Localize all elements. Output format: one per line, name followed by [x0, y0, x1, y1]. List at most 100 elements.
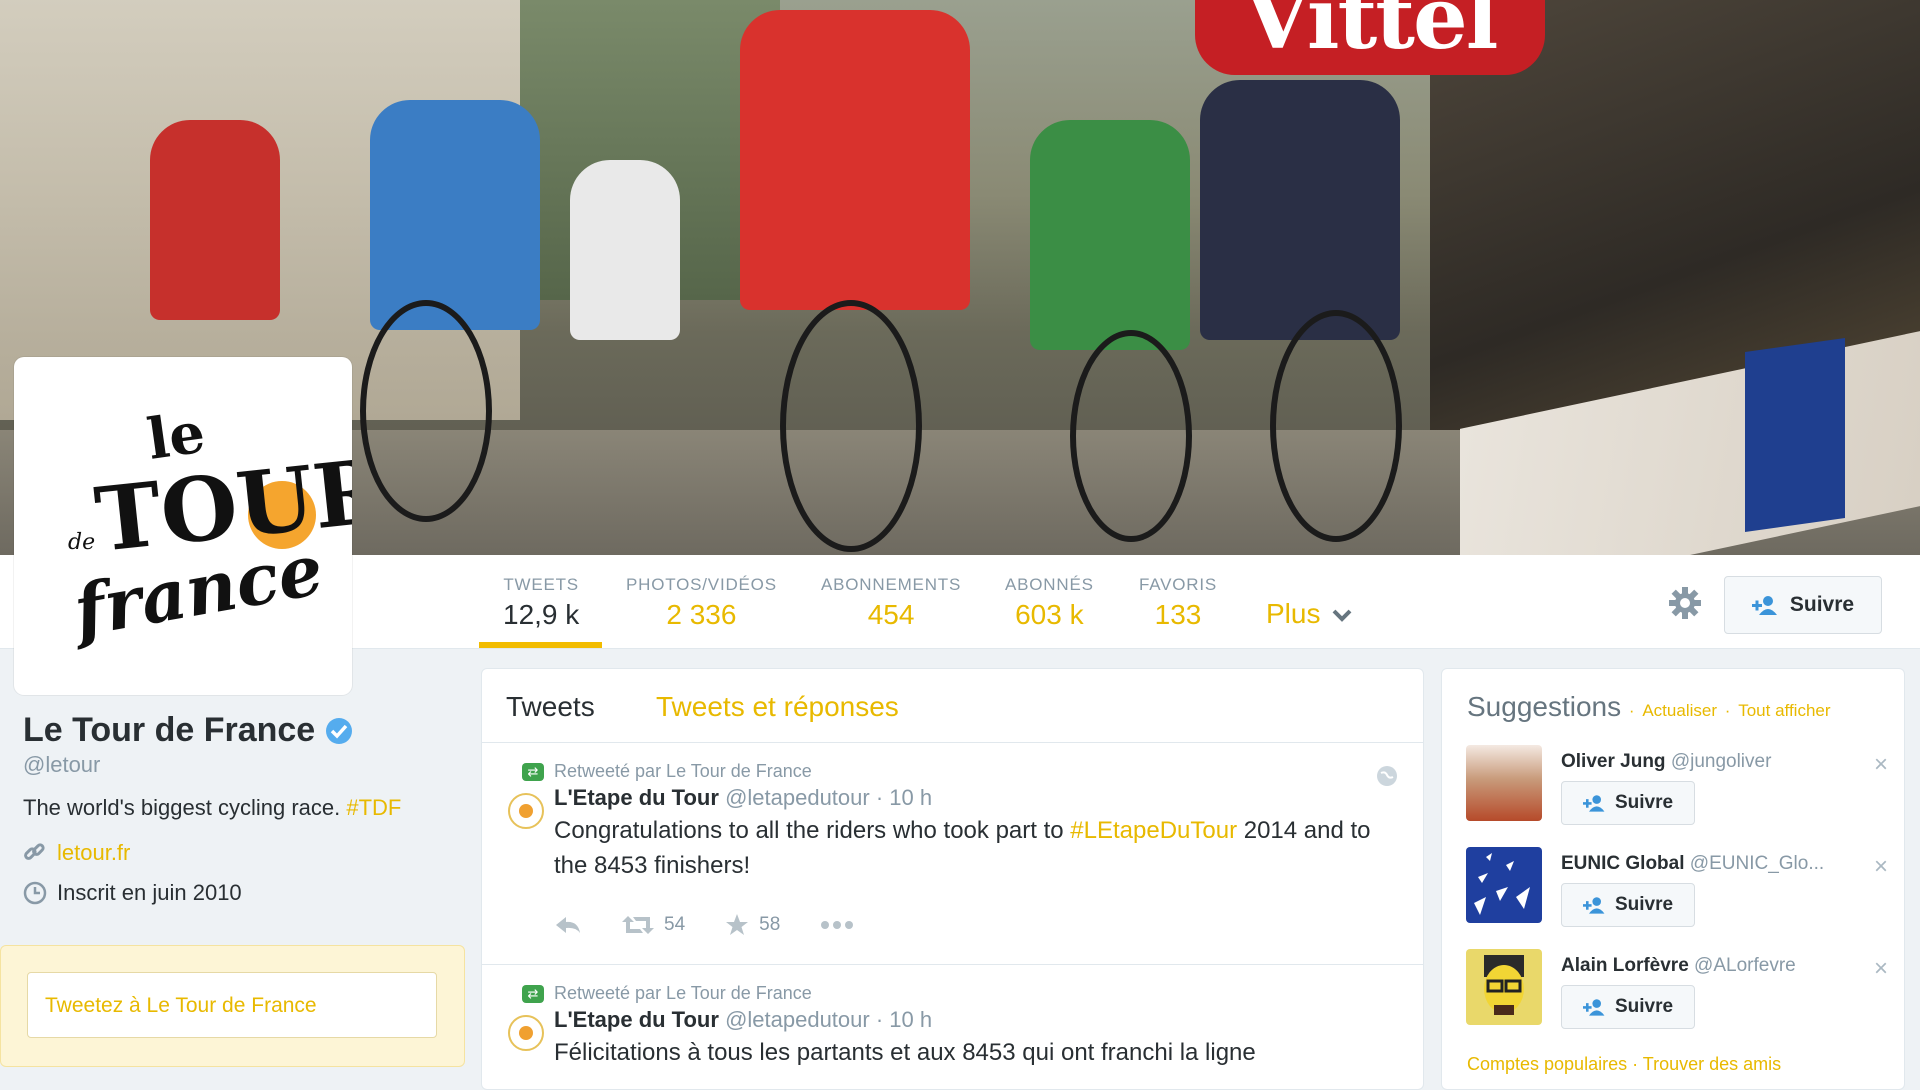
- website-link[interactable]: letour.fr: [57, 840, 130, 866]
- suggestion-name[interactable]: Oliver Jung @jungoliver: [1561, 751, 1771, 773]
- profile-website: letour.fr: [23, 840, 130, 866]
- tweet[interactable]: ⇄ Retweeté par Le Tour de France L'Etape…: [482, 965, 1423, 1089]
- timeline: Tweets Tweets et réponses ⇄ Retweeté par…: [481, 668, 1424, 1090]
- suggestion-follow-button[interactable]: Suivre: [1561, 985, 1695, 1029]
- bio-hashtag-link[interactable]: #TDF: [346, 795, 401, 820]
- stat-value: 2 336: [666, 599, 737, 630]
- banner-wheel: [1070, 330, 1192, 542]
- follow-label: Suivre: [1789, 593, 1855, 616]
- tab-tweets[interactable]: Tweets: [506, 691, 595, 723]
- joined-text: Inscrit en juin 2010: [57, 880, 242, 905]
- eunic-logo: [1474, 853, 1530, 915]
- suggestion-follow-button[interactable]: Suivre: [1561, 781, 1695, 825]
- retweet-count: 54: [664, 914, 686, 935]
- stat-tweets[interactable]: TWEETS 12,9 k: [503, 575, 579, 631]
- suggestion-name[interactable]: Alain Lorfèvre @ALorfevre: [1561, 955, 1796, 977]
- follow-button[interactable]: Suivre: [1724, 576, 1882, 634]
- popular-accounts-link[interactable]: Comptes populaires: [1467, 1054, 1627, 1074]
- stat-favorites[interactable]: FAVORIS 133: [1139, 575, 1217, 631]
- more-menu-button[interactable]: Plus: [1266, 598, 1352, 630]
- suggestion-handle: @jungoliver: [1670, 751, 1772, 772]
- reply-icon: [556, 917, 580, 933]
- suggestion-name[interactable]: EUNIC Global @EUNIC_Glo...: [1561, 853, 1824, 875]
- suggestion-follow-button[interactable]: Suivre: [1561, 883, 1695, 927]
- stat-followers[interactable]: ABONNÉS 603 k: [1005, 575, 1094, 631]
- banner-rider: [370, 100, 540, 330]
- suggestion-item: Alain Lorfèvre @ALorfevre Suivre ×: [1466, 949, 1888, 1039]
- stat-label: FAVORIS: [1139, 575, 1218, 594]
- author-name: L'Etape du Tour: [554, 1007, 719, 1032]
- banner-sponsor-board: [1745, 337, 1845, 533]
- cartoon-avatar: [1484, 955, 1524, 1015]
- tab-tweets-and-replies[interactable]: Tweets et réponses: [656, 691, 899, 723]
- tweet-to-box: Tweetez à Le Tour de France: [0, 945, 465, 1067]
- stat-photos-videos[interactable]: PHOTOS/VIDÉOS 2 336: [626, 575, 777, 631]
- suggestion-handle: @EUNIC_Glo...: [1689, 853, 1825, 874]
- profile-avatar[interactable]: le TOUR de france: [14, 357, 393, 695]
- stat-following[interactable]: ABONNEMENTS 454: [821, 575, 961, 631]
- retweeted-by: Retweeté par Le Tour de France: [554, 983, 812, 1003]
- star-icon: [726, 914, 749, 935]
- tweet[interactable]: ⇄ Retweeté par Le Tour de France L'Etape…: [482, 743, 1423, 965]
- profile-bio: The world's biggest cycling race. #TDF: [23, 795, 401, 821]
- find-friends-link[interactable]: Trouver des amis: [1643, 1054, 1781, 1074]
- suggestion-item: EUNIC Global @EUNIC_Glo... Suivre ×: [1466, 847, 1888, 937]
- tour-de-france-logo: le TOUR de france: [63, 400, 393, 654]
- banner-wheel: [780, 300, 922, 552]
- stat-value: 603 k: [1015, 599, 1084, 630]
- profile-name: Le Tour de France: [23, 711, 353, 750]
- gear-icon[interactable]: [1667, 585, 1703, 621]
- favorite-button[interactable]: 58: [725, 913, 780, 937]
- suggestion-avatar[interactable]: [1466, 949, 1542, 1025]
- retweet-button[interactable]: 54: [622, 914, 685, 936]
- suggestions-title: Suggestions: [1467, 691, 1622, 722]
- stat-value: 12,9 k: [503, 599, 580, 630]
- banner-rider: [1030, 120, 1190, 350]
- close-icon[interactable]: ×: [1874, 853, 1888, 881]
- tweet-author-avatar[interactable]: [508, 1015, 544, 1051]
- verified-badge-icon: [326, 717, 353, 744]
- separator: ·: [1724, 701, 1731, 720]
- banner-wheel: [1270, 310, 1402, 542]
- author-handle: @letapedutour: [725, 1007, 870, 1032]
- reply-button[interactable]: [554, 915, 582, 935]
- separator: ·: [1632, 1054, 1639, 1074]
- profile-handle: @letour: [23, 752, 101, 777]
- tweet-author-avatar[interactable]: [508, 793, 544, 829]
- retweet-context: ⇄ Retweeté par Le Tour de France: [522, 761, 812, 782]
- timeline-tabs: Tweets Tweets et réponses: [482, 669, 1423, 743]
- tweet-text: Congratulations to all the riders who to…: [554, 813, 1394, 883]
- stat-label: ABONNEMENTS: [821, 575, 962, 594]
- profile-name-text: Le Tour de France: [23, 711, 316, 749]
- more-actions-button[interactable]: [820, 920, 854, 930]
- tweet-hashtag-link[interactable]: #LEtapeDuTour: [1070, 817, 1237, 844]
- add-user-icon: [1582, 795, 1605, 812]
- suggestions-footer: Comptes populaires · Trouver des amis: [1467, 1054, 1781, 1075]
- author-handle: @letapedutour: [725, 785, 870, 810]
- retweet-badge-icon: ⇄: [522, 984, 544, 1003]
- favorite-count: 58: [759, 914, 781, 935]
- more-label: Plus: [1266, 598, 1321, 629]
- stat-label: PHOTOS/VIDÉOS: [626, 575, 777, 594]
- close-icon[interactable]: ×: [1874, 751, 1888, 779]
- banner-rider: [570, 160, 680, 340]
- add-user-icon: [1582, 999, 1605, 1016]
- suggestion-name-text: EUNIC Global: [1561, 853, 1685, 874]
- globe-icon: [1377, 766, 1397, 786]
- view-all-link[interactable]: Tout afficher: [1738, 701, 1830, 720]
- tweet-text-part: Congratulations to all the riders who to…: [554, 817, 1071, 844]
- tweet-to-input[interactable]: Tweetez à Le Tour de France: [27, 972, 437, 1038]
- tweet-text: Félicitations à tous les partants et aux…: [554, 1039, 1256, 1066]
- banner-wheel: [360, 300, 492, 522]
- tweet-author[interactable]: L'Etape du Tour @letapedutour · 10 h: [554, 1007, 932, 1033]
- separator: ·: [1628, 701, 1635, 720]
- active-tab-indicator: [479, 642, 602, 648]
- tweet-author[interactable]: L'Etape du Tour @letapedutour · 10 h: [554, 785, 932, 811]
- follow-label: Suivre: [1614, 996, 1674, 1017]
- close-icon[interactable]: ×: [1874, 955, 1888, 983]
- suggestion-avatar[interactable]: [1466, 847, 1542, 923]
- refresh-link[interactable]: Actualiser: [1642, 701, 1717, 720]
- retweeted-by: Retweeté par Le Tour de France: [554, 761, 812, 781]
- suggestion-avatar[interactable]: [1466, 745, 1542, 821]
- author-name: L'Etape du Tour: [554, 785, 719, 810]
